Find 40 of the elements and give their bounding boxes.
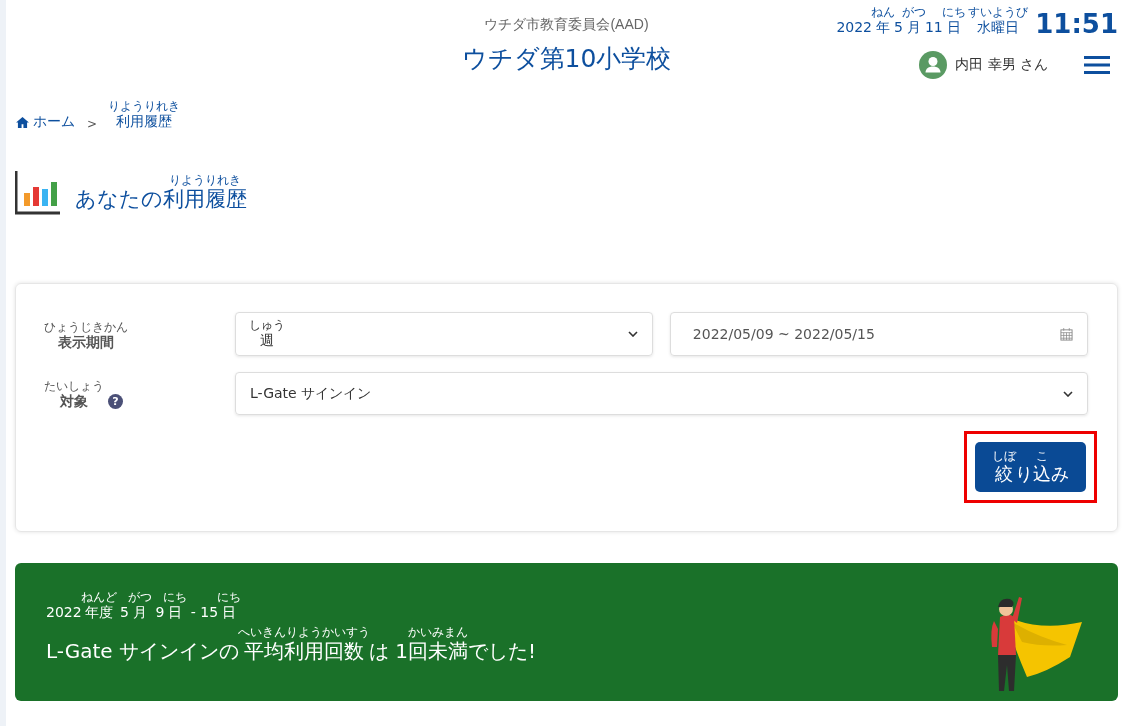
furigana: すいようび	[968, 6, 1029, 18]
current-time: 11:51	[1035, 11, 1118, 37]
result-period: 2022 年度 5 月 9 日 - 15 日	[46, 604, 238, 622]
calendar-icon	[1060, 327, 1073, 341]
user-avatar-icon	[919, 51, 948, 79]
breadcrumb-separator: >	[87, 117, 98, 131]
breadcrumb-current: 利用履歴	[115, 113, 174, 131]
target-select[interactable]: L-Gate サインイン	[235, 372, 1088, 415]
target-label: 対象	[59, 393, 89, 411]
furigana: ひょうじきかん	[44, 321, 128, 333]
home-link[interactable]: ホーム	[33, 113, 75, 131]
school-name: ウチダ第10小学校	[461, 43, 672, 75]
furigana: たいしょう	[44, 380, 104, 392]
chevron-down-icon	[627, 331, 638, 337]
user-name[interactable]: 内田 幸男 さん	[955, 56, 1048, 74]
furigana: りようりれき	[108, 100, 181, 112]
furigana: しぼ	[991, 450, 1016, 462]
home-icon[interactable]	[16, 117, 29, 128]
menu-icon[interactable]	[1084, 55, 1110, 75]
furigana: こ	[1035, 450, 1048, 462]
furigana: にち	[217, 591, 242, 603]
period-label: 表示期間	[57, 334, 115, 352]
furigana: にち	[163, 591, 188, 603]
result-message: L-Gate サインインの 平均利用回数 は 1回未満でした!	[46, 638, 537, 665]
furigana: ねんど	[80, 591, 117, 603]
furigana: がつ	[901, 6, 926, 18]
furigana: しゅう	[248, 318, 285, 331]
furigana: がつ	[128, 591, 152, 603]
furigana: ねん	[871, 6, 896, 18]
bar-chart-icon	[15, 169, 61, 215]
organization-name: ウチダ市教育委員会(AAD)	[484, 16, 649, 34]
furigana: にち	[941, 6, 966, 18]
date-range-field[interactable]: 2022/05/09 ~ 2022/05/15	[669, 312, 1088, 356]
help-icon[interactable]: ?	[108, 394, 123, 409]
furigana: へいきんりようかいすう	[238, 626, 370, 638]
furigana: かいみまん	[408, 626, 469, 638]
page-title: あなたの利用履歴	[75, 186, 247, 213]
furigana: りようりれき	[169, 174, 241, 186]
current-date: 2022 年 5 月 11 日 水曜日	[836, 19, 1021, 37]
chevron-down-icon	[1063, 390, 1073, 397]
